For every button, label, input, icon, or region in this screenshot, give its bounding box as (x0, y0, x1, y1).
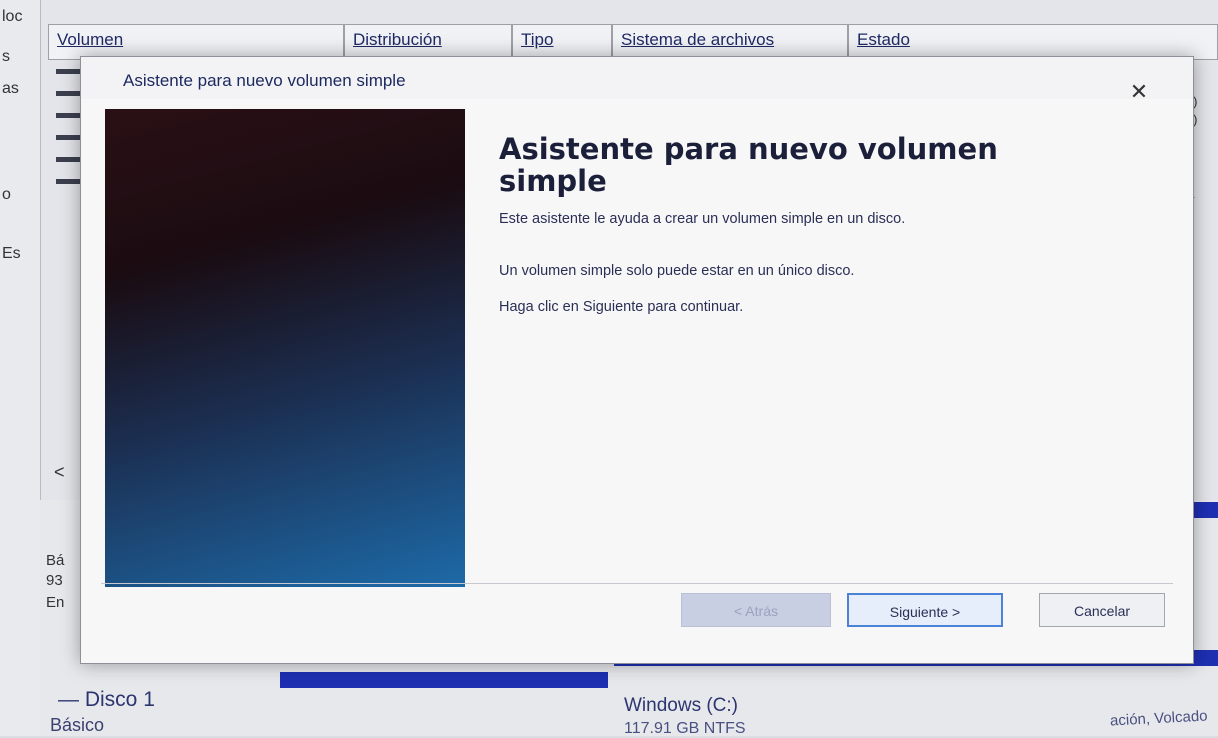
left-nav-label: loc (2, 8, 23, 25)
disk0-size: 93 (46, 572, 63, 589)
left-nav-label: Es (2, 245, 21, 262)
volume-icon (56, 91, 82, 96)
new-simple-volume-wizard: Asistente para nuevo volumen simple ✕ As… (80, 56, 1194, 664)
volume-icon (56, 157, 82, 162)
volume-icon (56, 113, 82, 118)
disk0-name: Bá (46, 552, 65, 569)
partition-size: 117.91 GB NTFS (624, 720, 746, 737)
column-header-distribucion[interactable]: Distribución (344, 24, 512, 60)
wizard-note: Un volumen simple solo puede estar en un… (499, 263, 855, 279)
wizard-side-banner (105, 109, 465, 587)
partition-bar[interactable] (280, 672, 608, 688)
disk0-status: En (46, 594, 65, 611)
back-button[interactable]: < Atrás (681, 593, 831, 627)
column-header-sistema-archivos[interactable]: Sistema de archivos (612, 24, 848, 60)
volume-icon (56, 135, 82, 140)
close-icon[interactable]: ✕ (1127, 81, 1151, 105)
column-header-estado[interactable]: Estado (848, 24, 1218, 60)
left-nav-label: o (2, 186, 11, 203)
disk1-name: — Disco 1 (58, 688, 155, 711)
left-nav-label: as (2, 80, 19, 97)
wizard-title: Asistente para nuevo volumen simple (123, 71, 406, 90)
scroll-left-icon[interactable]: < (54, 462, 65, 483)
next-button[interactable]: Siguiente > (847, 593, 1003, 627)
column-header-tipo[interactable]: Tipo (512, 24, 612, 60)
volume-icon (56, 69, 82, 74)
column-header-volumen[interactable]: Volumen (48, 24, 344, 60)
left-nav-column: loc s as o Es (0, 0, 41, 736)
partition-title[interactable]: Windows (C:) (624, 695, 738, 717)
wizard-heading: Asistente para nuevo volumen simple (499, 132, 998, 198)
wizard-instruction: Haga clic en Siguiente para continuar. (499, 299, 744, 315)
volume-icon (56, 179, 82, 184)
disk1-type: Básico (50, 715, 105, 735)
wizard-description: Este asistente le ayuda a crear un volum… (499, 211, 906, 227)
wizard-titlebar[interactable]: Asistente para nuevo volumen simple ✕ (81, 57, 1193, 103)
footer-divider (101, 583, 1173, 584)
cancel-button[interactable]: Cancelar (1039, 593, 1165, 627)
left-nav-label: s (2, 48, 10, 65)
partition-bar (1192, 502, 1218, 518)
